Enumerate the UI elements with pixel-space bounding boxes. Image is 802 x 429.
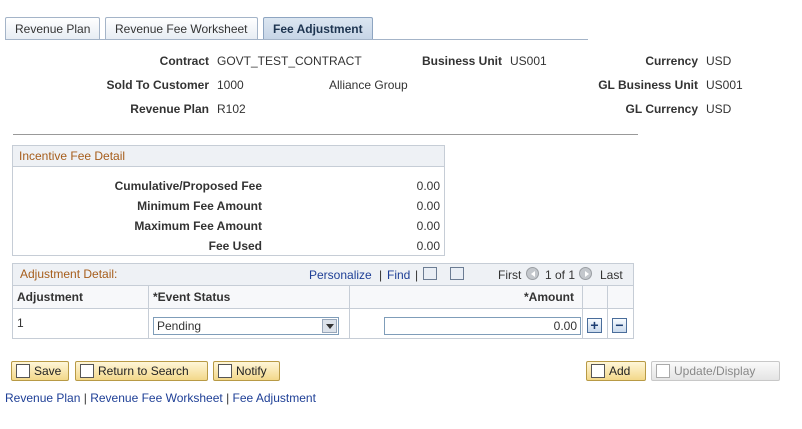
link-separator: | — [379, 268, 383, 282]
link-separator: | — [415, 268, 419, 282]
chevron-down-icon[interactable] — [322, 319, 337, 333]
link-separator: | — [226, 391, 230, 405]
notify-button[interactable]: Notify — [213, 361, 280, 381]
adjustment-detail-title: Adjustment Detail: — [20, 267, 118, 281]
update-display-icon — [656, 364, 670, 378]
link-separator: | — [83, 391, 87, 405]
gl-business-unit-value: US001 — [706, 78, 743, 92]
last-label: Last — [600, 268, 623, 282]
return-to-search-button[interactable]: Return to Search — [75, 361, 208, 381]
currency-value: USD — [706, 54, 732, 68]
grid-header: Adjustment Detail: Personalize | Find | … — [13, 264, 633, 286]
add-icon — [591, 364, 605, 378]
search-icon — [80, 364, 94, 378]
contract-value: GOVT_TEST_CONTRACT — [217, 54, 362, 68]
adjustment-number: 1 — [17, 316, 24, 330]
column-header-delete — [608, 286, 633, 309]
column-header-event-status: *Event Status — [149, 286, 350, 309]
column-header-amount: *Amount — [350, 286, 583, 309]
table-row: 1 — [13, 309, 149, 339]
business-unit-value: US001 — [510, 54, 547, 68]
sold-to-customer-value: 1000 — [217, 78, 244, 92]
first-label: First — [498, 268, 522, 282]
gl-business-unit-label: GL Business Unit — [598, 78, 698, 92]
maximum-fee-amount-value: 0.00 — [416, 219, 440, 233]
bottom-link-revenue-plan[interactable]: Revenue Plan — [5, 391, 80, 405]
fee-used-value: 0.00 — [416, 239, 440, 253]
next-row-icon[interactable] — [579, 267, 592, 280]
sold-to-customer-label: Sold To Customer — [106, 78, 209, 92]
maximum-fee-amount-label: Maximum Fee Amount — [134, 219, 262, 233]
tab-divider — [5, 39, 588, 40]
amount-input[interactable]: 0.00 — [384, 317, 581, 335]
tab-fee-adjustment[interactable]: Fee Adjustment — [263, 17, 373, 40]
notify-icon — [218, 364, 232, 378]
contract-label: Contract — [159, 54, 209, 68]
minimum-fee-amount-value: 0.00 — [416, 199, 440, 213]
row-range: 1 of 1 — [545, 268, 576, 282]
currency-label: Currency — [645, 54, 698, 68]
update-display-label: Update/Display — [674, 364, 756, 378]
column-header-adjustment: Adjustment — [13, 286, 149, 309]
bottom-navigation: Revenue Plan | Revenue Fee Worksheet | F… — [5, 391, 316, 405]
cumulative-proposed-fee-value: 0.00 — [416, 179, 440, 193]
add-button-label: Add — [609, 364, 631, 378]
revenue-plan-label: Revenue Plan — [130, 102, 209, 116]
column-header-add — [583, 286, 608, 309]
bottom-link-revenue-fee-worksheet[interactable]: Revenue Fee Worksheet — [90, 391, 223, 405]
previous-row-icon[interactable] — [526, 267, 539, 280]
gl-currency-value: USD — [706, 102, 732, 116]
bottom-link-fee-adjustment[interactable]: Fee Adjustment — [233, 391, 316, 405]
incentive-fee-detail-title: Incentive Fee Detail — [13, 146, 444, 167]
adjustment-detail-grid: Adjustment Detail: Personalize | Find | … — [12, 263, 634, 339]
cumulative-proposed-fee-label: Cumulative/Proposed Fee — [114, 179, 262, 193]
event-status-value: Pending — [157, 319, 202, 333]
event-status-select[interactable]: Pending — [153, 317, 339, 335]
save-button-label: Save — [34, 364, 62, 378]
update-display-button[interactable]: Update/Display — [651, 361, 780, 381]
find-link[interactable]: Find — [387, 268, 410, 282]
download-grid-icon[interactable] — [450, 267, 464, 280]
business-unit-label: Business Unit — [421, 54, 502, 68]
revenue-plan-value: R102 — [217, 102, 246, 116]
notify-button-label: Notify — [236, 364, 267, 378]
personalize-link[interactable]: Personalize — [309, 268, 372, 282]
view-all-icon[interactable] — [423, 267, 437, 280]
customer-name: Alliance Group — [329, 78, 408, 92]
tab-revenue-fee-worksheet[interactable]: Revenue Fee Worksheet — [105, 17, 258, 40]
delete-row-icon[interactable]: − — [612, 318, 627, 333]
section-divider — [13, 134, 638, 135]
gl-currency-label: GL Currency — [625, 102, 698, 116]
tab-revenue-plan[interactable]: Revenue Plan — [5, 17, 101, 40]
minimum-fee-amount-label: Minimum Fee Amount — [137, 199, 262, 213]
fee-used-label: Fee Used — [208, 239, 262, 253]
add-row-icon[interactable]: + — [587, 318, 602, 333]
save-button[interactable]: Save — [11, 361, 69, 381]
save-icon — [16, 364, 30, 378]
add-button[interactable]: Add — [586, 361, 646, 381]
return-to-search-label: Return to Search — [98, 364, 189, 378]
